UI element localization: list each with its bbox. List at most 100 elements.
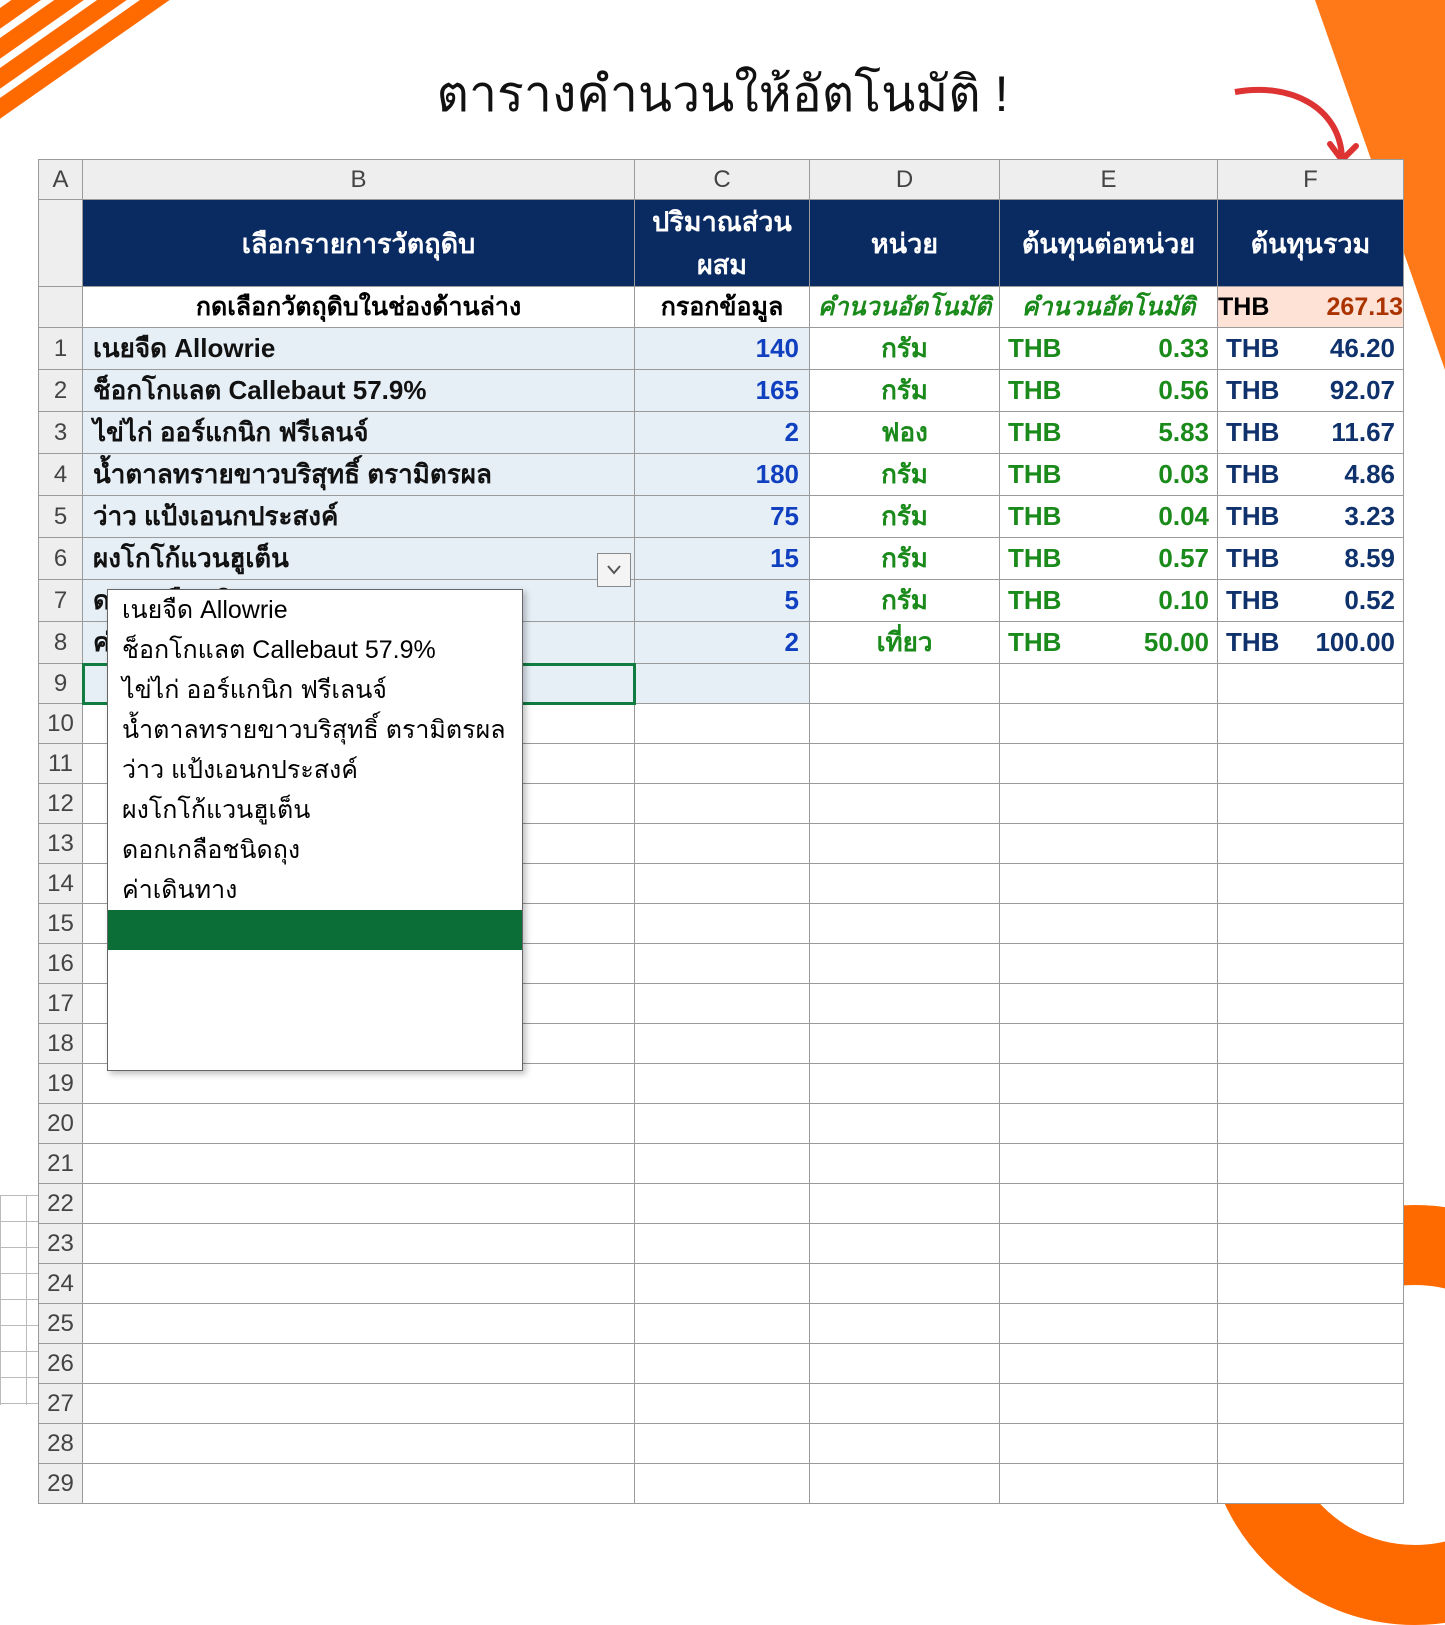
cell-total[interactable] <box>1218 984 1404 1024</box>
cell-unit[interactable] <box>810 784 1000 824</box>
cell-total[interactable] <box>1218 1464 1404 1504</box>
cell-cost[interactable] <box>1000 1264 1218 1304</box>
cell-unit[interactable]: กรัม <box>810 370 1000 412</box>
row-number[interactable]: 9 <box>39 664 83 704</box>
row-number[interactable]: 3 <box>39 412 83 454</box>
cell-qty[interactable] <box>635 784 810 824</box>
dropdown-option[interactable]: ค่าเดินทาง <box>108 870 522 910</box>
dropdown-toggle[interactable] <box>597 553 631 587</box>
cell-qty[interactable] <box>635 1464 810 1504</box>
cell-total[interactable] <box>1218 744 1404 784</box>
cell-cost[interactable] <box>1000 1224 1218 1264</box>
cell-qty[interactable] <box>635 1424 810 1464</box>
cell-total[interactable]: THB0.52 <box>1218 580 1404 622</box>
dropdown-blank-1[interactable] <box>108 950 522 990</box>
cell-total[interactable] <box>1218 1024 1404 1064</box>
cell-cost[interactable] <box>1000 1464 1218 1504</box>
cell-cost[interactable]: THB50.00 <box>1000 622 1218 664</box>
row-number[interactable]: 6 <box>39 538 83 580</box>
row-number[interactable]: 13 <box>39 824 83 864</box>
cell-unit[interactable] <box>810 1064 1000 1104</box>
cell-total[interactable] <box>1218 1184 1404 1224</box>
dropdown-option[interactable]: ช็อกโกแลต Callebaut 57.9% <box>108 630 522 670</box>
cell-total[interactable]: THB92.07 <box>1218 370 1404 412</box>
cell-unit[interactable] <box>810 1144 1000 1184</box>
cell-qty[interactable] <box>635 1264 810 1304</box>
cell-total[interactable] <box>1218 864 1404 904</box>
col-E[interactable]: E <box>1000 160 1218 200</box>
cell-unit[interactable] <box>810 904 1000 944</box>
cell-cost[interactable]: THB5.83 <box>1000 412 1218 454</box>
cell-qty[interactable] <box>635 1304 810 1344</box>
cell-unit[interactable] <box>810 1464 1000 1504</box>
col-D[interactable]: D <box>810 160 1000 200</box>
cell-cost[interactable]: THB0.10 <box>1000 580 1218 622</box>
dropdown-option[interactable]: เนยจืด Allowrie <box>108 590 522 630</box>
cell-total[interactable]: THB46.20 <box>1218 328 1404 370</box>
cell-cost[interactable] <box>1000 1064 1218 1104</box>
col-F[interactable]: F <box>1218 160 1404 200</box>
cell-name[interactable] <box>83 1144 635 1184</box>
row-number[interactable]: 4 <box>39 454 83 496</box>
cell-qty[interactable] <box>635 1064 810 1104</box>
row-number[interactable]: 21 <box>39 1144 83 1184</box>
cell-qty[interactable]: 5 <box>635 580 810 622</box>
cell-unit[interactable] <box>810 1344 1000 1384</box>
cell-qty[interactable] <box>635 744 810 784</box>
col-B[interactable]: B <box>83 160 635 200</box>
dropdown-highlight[interactable] <box>108 910 522 950</box>
cell-qty[interactable] <box>635 1184 810 1224</box>
row-number[interactable]: 1 <box>39 328 83 370</box>
cell-qty[interactable]: 2 <box>635 622 810 664</box>
cell-qty[interactable] <box>635 864 810 904</box>
cell-name[interactable] <box>83 1464 635 1504</box>
cell-unit[interactable]: กรัม <box>810 580 1000 622</box>
cell-name[interactable] <box>83 1344 635 1384</box>
cell-cost[interactable]: THB0.56 <box>1000 370 1218 412</box>
cell-cost[interactable] <box>1000 1144 1218 1184</box>
row-number[interactable]: 20 <box>39 1104 83 1144</box>
cell-qty[interactable] <box>635 904 810 944</box>
cell-total[interactable]: THB100.00 <box>1218 622 1404 664</box>
cell-cost[interactable] <box>1000 704 1218 744</box>
cell-qty[interactable] <box>635 1024 810 1064</box>
cell-qty[interactable]: 140 <box>635 328 810 370</box>
cell-unit[interactable] <box>810 824 1000 864</box>
cell-qty[interactable]: 165 <box>635 370 810 412</box>
cell-name[interactable] <box>83 1384 635 1424</box>
cell-name[interactable]: เนยจืด Allowrie <box>83 328 635 370</box>
cell-total[interactable] <box>1218 1264 1404 1304</box>
cell-name[interactable] <box>83 1104 635 1144</box>
row-number[interactable]: 11 <box>39 744 83 784</box>
cell-name[interactable]: ว่าว แป้งเอนกประสงค์ <box>83 496 635 538</box>
cell-unit[interactable] <box>810 1224 1000 1264</box>
cell-cost[interactable] <box>1000 1024 1218 1064</box>
cell-qty[interactable]: 15 <box>635 538 810 580</box>
row-number[interactable]: 25 <box>39 1304 83 1344</box>
cell-cost[interactable] <box>1000 664 1218 704</box>
row-number[interactable]: 15 <box>39 904 83 944</box>
cell-unit[interactable] <box>810 984 1000 1024</box>
cell-total[interactable]: THB3.23 <box>1218 496 1404 538</box>
cell-qty[interactable]: 2 <box>635 412 810 454</box>
cell-name[interactable]: น้ำตาลทรายขาวบริสุทธิ์ ตรามิตรผล <box>83 454 635 496</box>
row-number[interactable]: 29 <box>39 1464 83 1504</box>
cell-name[interactable] <box>83 1224 635 1264</box>
cell-unit[interactable] <box>810 1384 1000 1424</box>
cell-cost[interactable]: THB0.03 <box>1000 454 1218 496</box>
cell-cost[interactable]: THB0.33 <box>1000 328 1218 370</box>
cell-cost[interactable] <box>1000 944 1218 984</box>
row-number[interactable]: 17 <box>39 984 83 1024</box>
cell-total[interactable]: THB4.86 <box>1218 454 1404 496</box>
dropdown-option[interactable]: ผงโกโก้แวนฮูเต็น <box>108 790 522 830</box>
cell-qty[interactable] <box>635 664 810 704</box>
ingredient-dropdown[interactable]: เนยจืด Allowrieช็อกโกแลต Callebaut 57.9%… <box>107 589 523 1071</box>
row-number[interactable]: 26 <box>39 1344 83 1384</box>
dropdown-option[interactable]: ดอกเกลือชนิดถุง <box>108 830 522 870</box>
cell-qty[interactable] <box>635 944 810 984</box>
cell-name[interactable]: ช็อกโกแลต Callebaut 57.9% <box>83 370 635 412</box>
cell-unit[interactable]: กรัม <box>810 496 1000 538</box>
cell-cost[interactable] <box>1000 1424 1218 1464</box>
cell-total[interactable] <box>1218 1104 1404 1144</box>
cell-total[interactable] <box>1218 1064 1404 1104</box>
